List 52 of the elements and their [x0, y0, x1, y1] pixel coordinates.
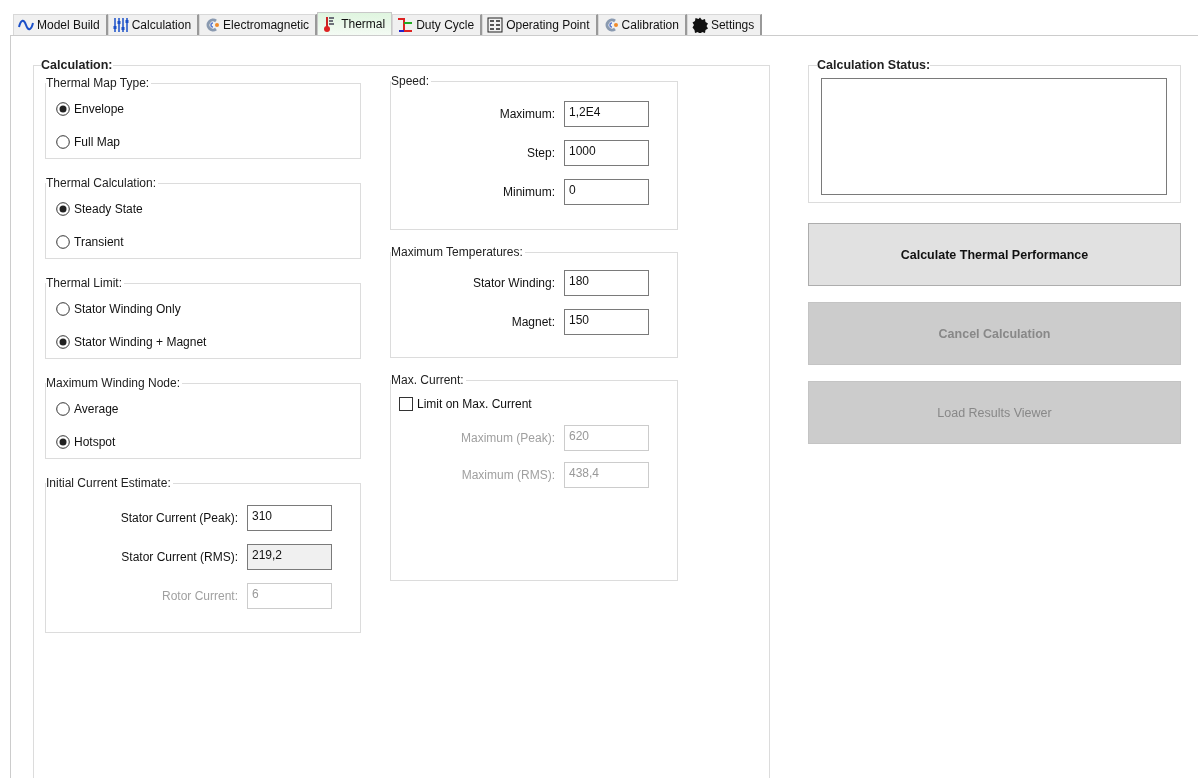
tab[interactable]: Settings: [686, 14, 763, 35]
step-chart-icon: [397, 17, 414, 33]
field-label: Maximum (RMS):: [460, 467, 556, 482]
radio-button[interactable]: Stator Winding Only: [56, 292, 181, 325]
radio-button[interactable]: Full Map: [56, 125, 120, 158]
group-title: Maximum Winding Node:: [46, 376, 182, 390]
group-title: Max. Current:: [391, 373, 465, 387]
input-field[interactable]: 150: [564, 308, 649, 335]
group-title: Speed:: [391, 74, 431, 88]
tab[interactable]: Operating Point: [482, 14, 598, 35]
tab[interactable]: Model Build: [13, 14, 108, 35]
group-title: Maximum Temperatures:: [391, 245, 524, 259]
gear-icon: [691, 17, 708, 33]
field-label: Maximum:: [498, 106, 556, 121]
field-label: Magnet:: [510, 314, 556, 329]
input-field[interactable]: 310: [247, 504, 332, 531]
group-title: Calculation Status:: [817, 58, 931, 72]
action-button[interactable]: Calculate Thermal Performance: [808, 223, 1181, 286]
radio-button[interactable]: Average: [56, 392, 119, 425]
field-label: Maximum (Peak):: [460, 430, 556, 445]
field-label: Step:: [525, 145, 556, 160]
radio-button[interactable]: Steady State: [56, 192, 143, 225]
radio-button[interactable]: Envelope: [56, 92, 125, 125]
group-title: Thermal Calculation:: [46, 176, 158, 190]
field-label: Stator Current (RMS):: [120, 549, 239, 564]
group-title: Thermal Limit:: [46, 276, 123, 290]
magnet-icon: [204, 17, 221, 33]
tab[interactable]: Thermal: [317, 12, 393, 35]
input-field[interactable]: 0: [564, 178, 649, 205]
tab[interactable]: Calculation: [107, 14, 200, 35]
wave-icon: [18, 17, 34, 33]
group-title: Thermal Map Type:: [46, 76, 151, 90]
field-label: Stator Winding:: [471, 275, 556, 290]
radio-button[interactable]: Stator Winding + Magnet: [56, 325, 207, 358]
tab[interactable]: Calibration: [597, 14, 687, 35]
radio-button[interactable]: Transient: [56, 225, 124, 258]
input-field[interactable]: 1,2E4: [564, 100, 649, 127]
input-field[interactable]: 1000: [564, 139, 649, 166]
sliders-icon: [112, 17, 129, 33]
group-title: Calculation:: [41, 58, 113, 72]
radio-button[interactable]: Hotspot: [56, 425, 116, 458]
input-field[interactable]: 180: [564, 269, 649, 296]
checkbox[interactable]: Limit on Max. Current: [399, 393, 532, 415]
tab[interactable]: Duty Cycle: [392, 14, 483, 35]
status-text-area[interactable]: [821, 78, 1167, 195]
field-label: Rotor Current:: [160, 588, 239, 603]
group-title: Initial Current Estimate:: [46, 476, 172, 490]
list-icon: [487, 17, 504, 33]
field-label: Minimum:: [502, 184, 556, 199]
field-label: Stator Current (Peak):: [119, 510, 239, 525]
tab[interactable]: Electromagnetic: [199, 14, 318, 35]
input-field[interactable]: 219,2: [247, 543, 332, 570]
